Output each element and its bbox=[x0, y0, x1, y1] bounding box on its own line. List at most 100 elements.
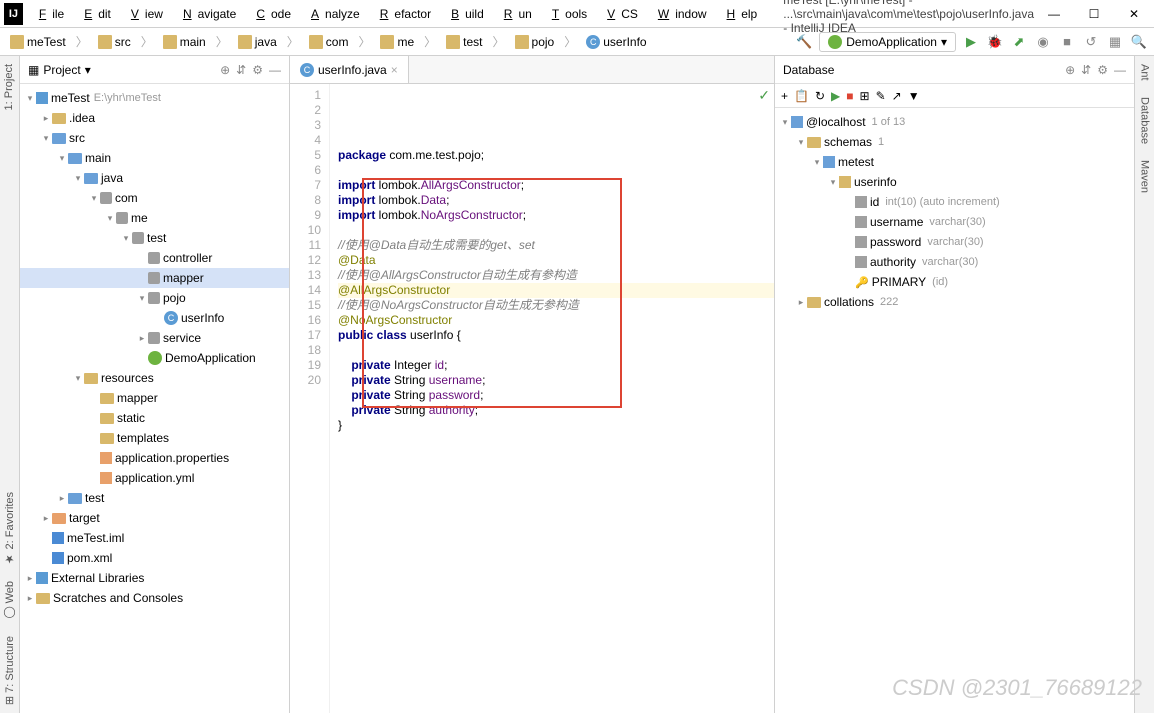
menu-tools[interactable]: Tools bbox=[540, 3, 593, 25]
close-tab-icon[interactable]: × bbox=[391, 63, 398, 77]
db-tree-node[interactable]: usernamevarchar(30) bbox=[775, 212, 1134, 232]
update-button[interactable]: ↺ bbox=[1082, 33, 1100, 51]
code-area[interactable]: ✓ package com.me.test.pojo; import lombo… bbox=[330, 84, 774, 713]
breadcrumb-item[interactable]: me bbox=[376, 33, 418, 51]
run-configuration[interactable]: DemoApplication ▾ bbox=[819, 32, 956, 52]
hide-icon[interactable]: — bbox=[1114, 63, 1126, 77]
tree-node[interactable]: application.yml bbox=[20, 468, 289, 488]
menu-analyze[interactable]: Analyze bbox=[299, 3, 366, 25]
menu-refactor[interactable]: Refactor bbox=[368, 3, 437, 25]
scroll-from-source-icon[interactable]: ⊕ bbox=[220, 63, 230, 77]
collapse-icon[interactable]: ⇵ bbox=[236, 63, 246, 77]
breadcrumb-item[interactable]: main bbox=[159, 33, 210, 51]
minimize-button[interactable]: — bbox=[1034, 0, 1074, 28]
breadcrumb-item[interactable]: java bbox=[234, 33, 281, 51]
menu-view[interactable]: View bbox=[119, 3, 169, 25]
menu-window[interactable]: Window bbox=[646, 3, 713, 25]
build-icon[interactable]: 🔨 bbox=[795, 33, 813, 51]
menu-code[interactable]: Code bbox=[244, 3, 297, 25]
breadcrumb-item[interactable]: test bbox=[442, 33, 486, 51]
db-tree-node[interactable]: 🔑PRIMARY(id) bbox=[775, 272, 1134, 292]
tree-node[interactable]: templates bbox=[20, 428, 289, 448]
tree-node[interactable]: application.properties bbox=[20, 448, 289, 468]
menu-file[interactable]: File bbox=[27, 3, 70, 25]
tree-node[interactable]: CuserInfo bbox=[20, 308, 289, 328]
filter-icon[interactable]: ▼ bbox=[908, 89, 920, 103]
sync-icon[interactable]: ↻ bbox=[815, 89, 825, 103]
breadcrumb-item[interactable]: com bbox=[305, 33, 353, 51]
tree-node[interactable]: ▾java bbox=[20, 168, 289, 188]
profile-button[interactable]: ◉ bbox=[1034, 33, 1052, 51]
tree-node[interactable]: static bbox=[20, 408, 289, 428]
right-tab-maven[interactable]: Maven bbox=[1136, 152, 1154, 201]
structure-tab[interactable]: ⊞ 7: Structure bbox=[0, 628, 19, 713]
chevron-down-icon[interactable]: ▾ bbox=[85, 63, 91, 77]
db-tree-node[interactable]: ▾metest bbox=[775, 152, 1134, 172]
add-icon[interactable]: + bbox=[781, 89, 788, 103]
tree-node[interactable]: ▾me bbox=[20, 208, 289, 228]
editor-body[interactable]: 1234567891011121314151617181920 ✓ packag… bbox=[290, 84, 774, 713]
menu-navigate[interactable]: Navigate bbox=[171, 3, 242, 25]
tree-node[interactable]: ▾meTestE:\yhr\meTest bbox=[20, 88, 289, 108]
menu-vcs[interactable]: VCS bbox=[595, 3, 644, 25]
db-tree-node[interactable]: idint(10) (auto increment) bbox=[775, 192, 1134, 212]
menu-help[interactable]: Help bbox=[715, 3, 764, 25]
menu-build[interactable]: Build bbox=[439, 3, 490, 25]
stop-button[interactable]: ■ bbox=[1058, 33, 1076, 51]
copy-icon[interactable]: 📋 bbox=[794, 89, 809, 103]
tree-node[interactable]: ▸service bbox=[20, 328, 289, 348]
db-tree-node[interactable]: authorityvarchar(30) bbox=[775, 252, 1134, 272]
run-icon[interactable]: ▶ bbox=[831, 89, 840, 103]
tree-node[interactable]: ▸External Libraries bbox=[20, 568, 289, 588]
settings-icon[interactable]: ⚙ bbox=[1097, 63, 1108, 77]
refresh-icon[interactable]: ⊕ bbox=[1065, 63, 1075, 77]
hide-icon[interactable]: — bbox=[269, 63, 281, 77]
structure-button[interactable]: ▦ bbox=[1106, 33, 1124, 51]
tree-node[interactable]: ▾pojo bbox=[20, 288, 289, 308]
maximize-button[interactable]: ☐ bbox=[1074, 0, 1114, 28]
collapse-icon[interactable]: ⇵ bbox=[1081, 63, 1091, 77]
db-tree-node[interactable]: ▾@localhost1 of 13 bbox=[775, 112, 1134, 132]
db-tree-node[interactable]: ▾userinfo bbox=[775, 172, 1134, 192]
breadcrumb-item[interactable]: src bbox=[94, 33, 135, 51]
tree-node[interactable]: ▸.idea bbox=[20, 108, 289, 128]
menu-edit[interactable]: Edit bbox=[72, 3, 117, 25]
db-tree-node[interactable]: ▾schemas1 bbox=[775, 132, 1134, 152]
tree-node[interactable]: DemoApplication bbox=[20, 348, 289, 368]
tree-node[interactable]: ▸target bbox=[20, 508, 289, 528]
jump-icon[interactable]: ↗ bbox=[892, 89, 902, 103]
stop-icon[interactable]: ■ bbox=[846, 89, 853, 103]
tree-node[interactable]: ▾com bbox=[20, 188, 289, 208]
tree-node[interactable]: meTest.iml bbox=[20, 528, 289, 548]
run-button[interactable]: ▶ bbox=[962, 33, 980, 51]
coverage-button[interactable]: ⬈ bbox=[1010, 33, 1028, 51]
breadcrumb-item[interactable]: meTest bbox=[6, 33, 70, 51]
tree-node[interactable]: ▾main bbox=[20, 148, 289, 168]
right-tab-database[interactable]: Database bbox=[1136, 89, 1154, 152]
search-everywhere-icon[interactable]: 🔍 bbox=[1130, 33, 1148, 51]
tree-node[interactable]: ▸test bbox=[20, 488, 289, 508]
tree-node[interactable]: ▸Scratches and Consoles bbox=[20, 588, 289, 608]
breadcrumb-item[interactable]: pojo bbox=[511, 33, 559, 51]
tree-node[interactable]: ▾resources bbox=[20, 368, 289, 388]
edit-icon[interactable]: ✎ bbox=[876, 89, 886, 103]
settings-icon[interactable]: ⚙ bbox=[252, 63, 263, 77]
db-tree-node[interactable]: ▸collations222 bbox=[775, 292, 1134, 312]
tree-node[interactable]: mapper bbox=[20, 268, 289, 288]
close-button[interactable]: ✕ bbox=[1114, 0, 1154, 28]
tree-node[interactable]: pom.xml bbox=[20, 548, 289, 568]
debug-button[interactable]: 🐞 bbox=[986, 33, 1004, 51]
web-tab[interactable]: ◯ Web bbox=[0, 573, 19, 627]
diagram-icon[interactable]: ⊞ bbox=[860, 89, 870, 103]
favorites-tab[interactable]: ★ 2: Favorites bbox=[0, 484, 19, 574]
tree-node[interactable]: mapper bbox=[20, 388, 289, 408]
db-tree-node[interactable]: passwordvarchar(30) bbox=[775, 232, 1134, 252]
tree-node[interactable]: controller bbox=[20, 248, 289, 268]
menu-run[interactable]: Run bbox=[492, 3, 538, 25]
editor-tab[interactable]: C userInfo.java × bbox=[290, 56, 409, 83]
project-tab[interactable]: 1: Project bbox=[0, 56, 19, 118]
right-tab-ant[interactable]: Ant bbox=[1136, 56, 1154, 89]
breadcrumb-item[interactable]: C userInfo bbox=[582, 33, 650, 51]
tree-node[interactable]: ▾src bbox=[20, 128, 289, 148]
tree-node[interactable]: ▾test bbox=[20, 228, 289, 248]
